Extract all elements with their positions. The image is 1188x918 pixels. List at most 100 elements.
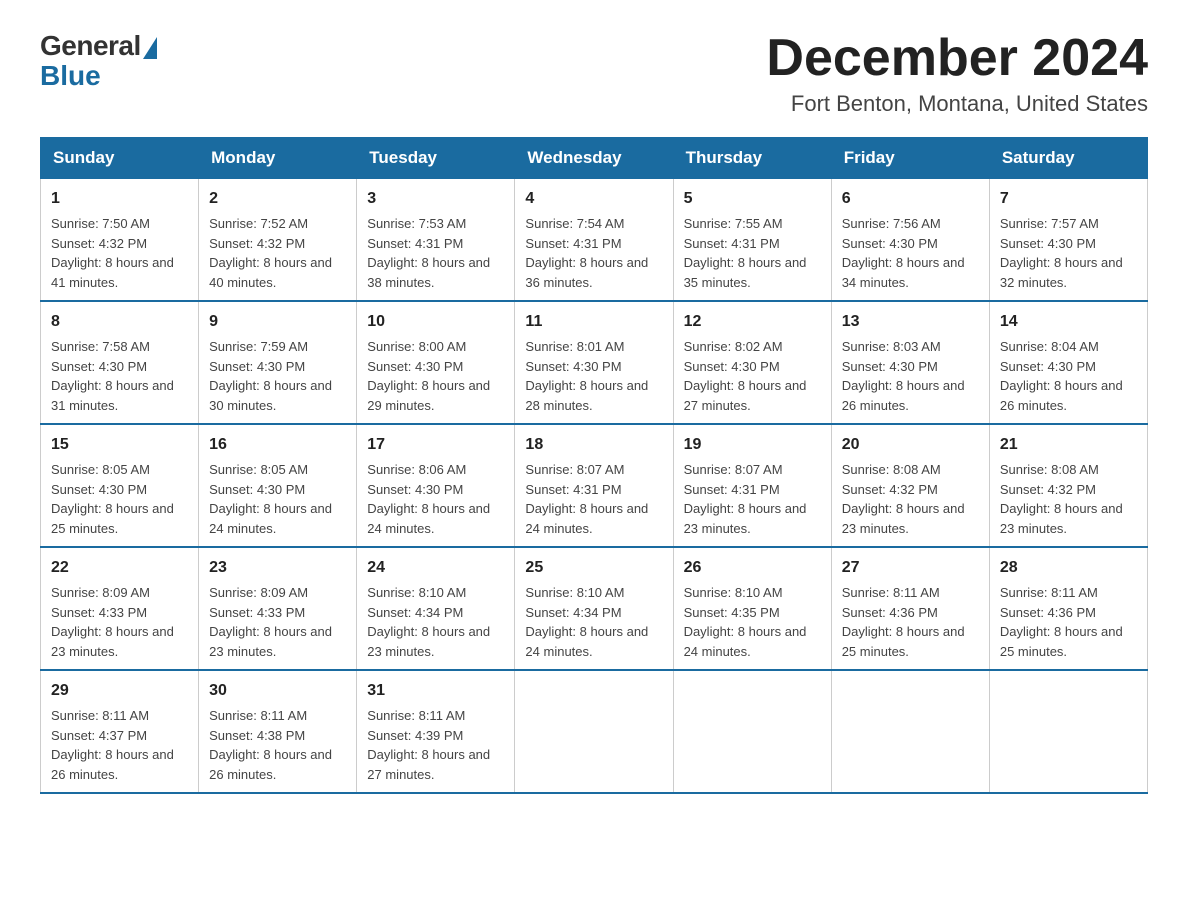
day-number: 27 [842,556,979,580]
day-sunrise: Sunrise: 7:56 AM [842,216,941,231]
day-number: 4 [525,187,662,211]
day-sunset: Sunset: 4:30 PM [209,482,305,497]
day-sunset: Sunset: 4:39 PM [367,728,463,743]
day-number: 3 [367,187,504,211]
day-sunset: Sunset: 4:33 PM [209,605,305,620]
day-daylight: Daylight: 8 hours and 34 minutes. [842,255,965,290]
calendar-cell: 21 Sunrise: 8:08 AM Sunset: 4:32 PM Dayl… [989,424,1147,547]
day-daylight: Daylight: 8 hours and 40 minutes. [209,255,332,290]
day-number: 15 [51,433,188,457]
day-number: 26 [684,556,821,580]
day-sunset: Sunset: 4:31 PM [525,482,621,497]
day-number: 6 [842,187,979,211]
calendar-cell: 30 Sunrise: 8:11 AM Sunset: 4:38 PM Dayl… [199,670,357,793]
day-daylight: Daylight: 8 hours and 25 minutes. [842,624,965,659]
day-daylight: Daylight: 8 hours and 27 minutes. [684,378,807,413]
calendar-cell: 1 Sunrise: 7:50 AM Sunset: 4:32 PM Dayli… [41,179,199,302]
calendar-cell: 11 Sunrise: 8:01 AM Sunset: 4:30 PM Dayl… [515,301,673,424]
day-number: 11 [525,310,662,334]
day-sunrise: Sunrise: 8:08 AM [1000,462,1099,477]
day-daylight: Daylight: 8 hours and 26 minutes. [842,378,965,413]
calendar-cell: 2 Sunrise: 7:52 AM Sunset: 4:32 PM Dayli… [199,179,357,302]
day-number: 24 [367,556,504,580]
day-daylight: Daylight: 8 hours and 38 minutes. [367,255,490,290]
day-number: 25 [525,556,662,580]
day-sunrise: Sunrise: 8:01 AM [525,339,624,354]
day-sunrise: Sunrise: 8:04 AM [1000,339,1099,354]
day-daylight: Daylight: 8 hours and 29 minutes. [367,378,490,413]
day-sunrise: Sunrise: 8:11 AM [51,708,149,723]
calendar-cell: 22 Sunrise: 8:09 AM Sunset: 4:33 PM Dayl… [41,547,199,670]
day-sunrise: Sunrise: 8:11 AM [367,708,465,723]
calendar-cell: 28 Sunrise: 8:11 AM Sunset: 4:36 PM Dayl… [989,547,1147,670]
header-wednesday: Wednesday [515,138,673,179]
day-sunrise: Sunrise: 8:07 AM [525,462,624,477]
day-sunrise: Sunrise: 8:03 AM [842,339,941,354]
calendar-cell: 20 Sunrise: 8:08 AM Sunset: 4:32 PM Dayl… [831,424,989,547]
day-sunset: Sunset: 4:30 PM [1000,359,1096,374]
day-sunrise: Sunrise: 7:57 AM [1000,216,1099,231]
day-daylight: Daylight: 8 hours and 24 minutes. [525,624,648,659]
day-number: 28 [1000,556,1137,580]
calendar-table: SundayMondayTuesdayWednesdayThursdayFrid… [40,137,1148,794]
day-sunset: Sunset: 4:30 PM [367,359,463,374]
day-number: 18 [525,433,662,457]
day-daylight: Daylight: 8 hours and 28 minutes. [525,378,648,413]
day-number: 17 [367,433,504,457]
day-sunset: Sunset: 4:37 PM [51,728,147,743]
day-daylight: Daylight: 8 hours and 24 minutes. [209,501,332,536]
day-number: 7 [1000,187,1137,211]
day-sunset: Sunset: 4:30 PM [842,236,938,251]
day-sunrise: Sunrise: 7:55 AM [684,216,783,231]
header-monday: Monday [199,138,357,179]
day-daylight: Daylight: 8 hours and 36 minutes. [525,255,648,290]
header-sunday: Sunday [41,138,199,179]
day-sunrise: Sunrise: 8:07 AM [684,462,783,477]
calendar-cell: 13 Sunrise: 8:03 AM Sunset: 4:30 PM Dayl… [831,301,989,424]
day-sunrise: Sunrise: 8:05 AM [209,462,308,477]
calendar-cell: 16 Sunrise: 8:05 AM Sunset: 4:30 PM Dayl… [199,424,357,547]
day-number: 29 [51,679,188,703]
day-daylight: Daylight: 8 hours and 30 minutes. [209,378,332,413]
day-sunset: Sunset: 4:32 PM [842,482,938,497]
day-number: 5 [684,187,821,211]
day-sunrise: Sunrise: 7:53 AM [367,216,466,231]
calendar-cell: 4 Sunrise: 7:54 AM Sunset: 4:31 PM Dayli… [515,179,673,302]
day-number: 12 [684,310,821,334]
calendar-cell [515,670,673,793]
day-sunrise: Sunrise: 7:58 AM [51,339,150,354]
calendar-cell: 26 Sunrise: 8:10 AM Sunset: 4:35 PM Dayl… [673,547,831,670]
calendar-cell [989,670,1147,793]
calendar-cell: 25 Sunrise: 8:10 AM Sunset: 4:34 PM Dayl… [515,547,673,670]
week-row-5: 29 Sunrise: 8:11 AM Sunset: 4:37 PM Dayl… [41,670,1148,793]
calendar-cell: 9 Sunrise: 7:59 AM Sunset: 4:30 PM Dayli… [199,301,357,424]
day-sunset: Sunset: 4:35 PM [684,605,780,620]
day-sunset: Sunset: 4:30 PM [842,359,938,374]
calendar-cell: 18 Sunrise: 8:07 AM Sunset: 4:31 PM Dayl… [515,424,673,547]
header-tuesday: Tuesday [357,138,515,179]
day-sunrise: Sunrise: 7:52 AM [209,216,308,231]
day-sunrise: Sunrise: 8:09 AM [51,585,150,600]
month-title: December 2024 [766,30,1148,87]
title-area: December 2024 Fort Benton, Montana, Unit… [766,30,1148,117]
day-daylight: Daylight: 8 hours and 23 minutes. [684,501,807,536]
day-sunrise: Sunrise: 8:02 AM [684,339,783,354]
logo: General Blue [40,30,157,92]
calendar-cell: 23 Sunrise: 8:09 AM Sunset: 4:33 PM Dayl… [199,547,357,670]
day-sunrise: Sunrise: 8:11 AM [209,708,307,723]
day-sunrise: Sunrise: 8:09 AM [209,585,308,600]
day-daylight: Daylight: 8 hours and 23 minutes. [842,501,965,536]
day-number: 10 [367,310,504,334]
day-number: 21 [1000,433,1137,457]
week-row-1: 1 Sunrise: 7:50 AM Sunset: 4:32 PM Dayli… [41,179,1148,302]
day-sunrise: Sunrise: 8:10 AM [367,585,466,600]
day-sunrise: Sunrise: 8:10 AM [684,585,783,600]
day-number: 30 [209,679,346,703]
calendar-cell: 12 Sunrise: 8:02 AM Sunset: 4:30 PM Dayl… [673,301,831,424]
logo-triangle-icon [143,37,157,59]
day-daylight: Daylight: 8 hours and 26 minutes. [1000,378,1123,413]
day-sunset: Sunset: 4:32 PM [51,236,147,251]
day-sunset: Sunset: 4:36 PM [1000,605,1096,620]
header-saturday: Saturday [989,138,1147,179]
day-daylight: Daylight: 8 hours and 26 minutes. [51,747,174,782]
